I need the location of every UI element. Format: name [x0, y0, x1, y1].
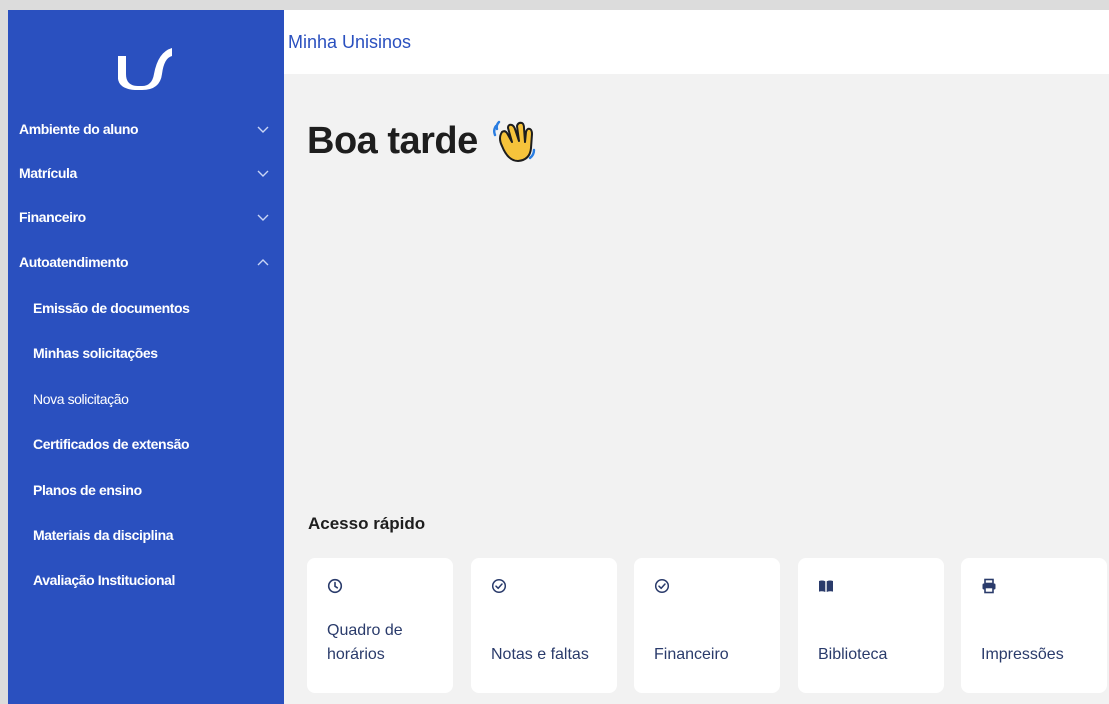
- sidebar: Ambiente do aluno Matrícula Financeiro A…: [8, 10, 284, 704]
- sidebar-subitem-planos-de-ensino[interactable]: Planos de ensino: [8, 475, 284, 505]
- sidebar-subitem-label: Emissão de documentos: [33, 300, 190, 316]
- brand-title[interactable]: Minha Unisinos: [288, 32, 411, 53]
- sidebar-subitem-label: Certificados de extensão: [33, 436, 190, 452]
- unisinos-logo-icon[interactable]: [118, 34, 178, 94]
- sidebar-item-label: Financeiro: [19, 209, 86, 225]
- check-circle-icon: [654, 578, 670, 594]
- sidebar-subitem-label: Nova solicitação: [33, 391, 129, 407]
- card-label: Notas e faltas: [491, 646, 589, 663]
- check-circle-icon: [491, 578, 507, 594]
- page-greeting: Boa tarde: [307, 118, 536, 164]
- sidebar-subitem-label: Materiais da disciplina: [33, 527, 174, 543]
- quick-access-card-notas-e-faltas[interactable]: Notas e faltas: [471, 558, 617, 693]
- sidebar-subitem-emissao-de-documentos[interactable]: Emissão de documentos: [8, 293, 284, 323]
- printer-icon: [982, 578, 996, 594]
- sidebar-item-label: Autoatendimento: [19, 254, 129, 270]
- chevron-down-icon: [257, 126, 269, 133]
- sidebar-subitem-nova-solicitacao[interactable]: Nova solicitação: [8, 384, 284, 414]
- sidebar-subitem-label: Planos de ensino: [33, 482, 142, 498]
- quick-access-card-impressoes[interactable]: Impressões: [961, 558, 1107, 693]
- card-label: Quadro de horários: [327, 622, 403, 663]
- card-label: Biblioteca: [818, 646, 888, 663]
- sidebar-item-autoatendimento[interactable]: Autoatendimento: [8, 247, 284, 277]
- sidebar-item-label: Matrícula: [19, 165, 77, 181]
- chevron-down-icon: [257, 214, 269, 221]
- chevron-down-icon: [257, 170, 269, 177]
- clock-icon: [327, 578, 343, 594]
- quick-access-card-biblioteca[interactable]: Biblioteca: [798, 558, 944, 693]
- sidebar-subitem-avaliacao-institucional[interactable]: Avaliação Institucional: [8, 565, 284, 595]
- card-label: Impressões: [981, 646, 1064, 663]
- sidebar-item-financeiro[interactable]: Financeiro: [8, 202, 284, 232]
- sidebar-subitem-label: Avaliação Institucional: [33, 572, 175, 588]
- waving-hand-icon: [492, 120, 535, 162]
- quick-access-title: Acesso rápido: [308, 514, 426, 533]
- sidebar-subitem-label: Minhas solicitações: [33, 345, 158, 361]
- sidebar-item-ambiente-do-aluno[interactable]: Ambiente do aluno: [8, 114, 284, 144]
- greeting-text: Boa tarde: [307, 119, 478, 162]
- sidebar-subitem-certificados-de-extensao[interactable]: Certificados de extensão: [8, 429, 284, 459]
- book-icon: [819, 580, 833, 592]
- sidebar-subitem-materiais-da-disciplina[interactable]: Materiais da disciplina: [8, 520, 284, 550]
- sidebar-item-label: Ambiente do aluno: [19, 121, 139, 137]
- sidebar-subitem-minhas-solicitacoes[interactable]: Minhas solicitações: [8, 338, 284, 368]
- quick-access-card-quadro-de-horarios[interactable]: Quadro de horários: [307, 558, 453, 693]
- top-bar: Minha Unisinos: [284, 10, 1109, 74]
- card-label: Financeiro: [654, 646, 729, 663]
- chevron-up-icon: [257, 259, 269, 266]
- quick-access-card-financeiro[interactable]: Financeiro: [634, 558, 780, 693]
- sidebar-item-matricula[interactable]: Matrícula: [8, 158, 284, 188]
